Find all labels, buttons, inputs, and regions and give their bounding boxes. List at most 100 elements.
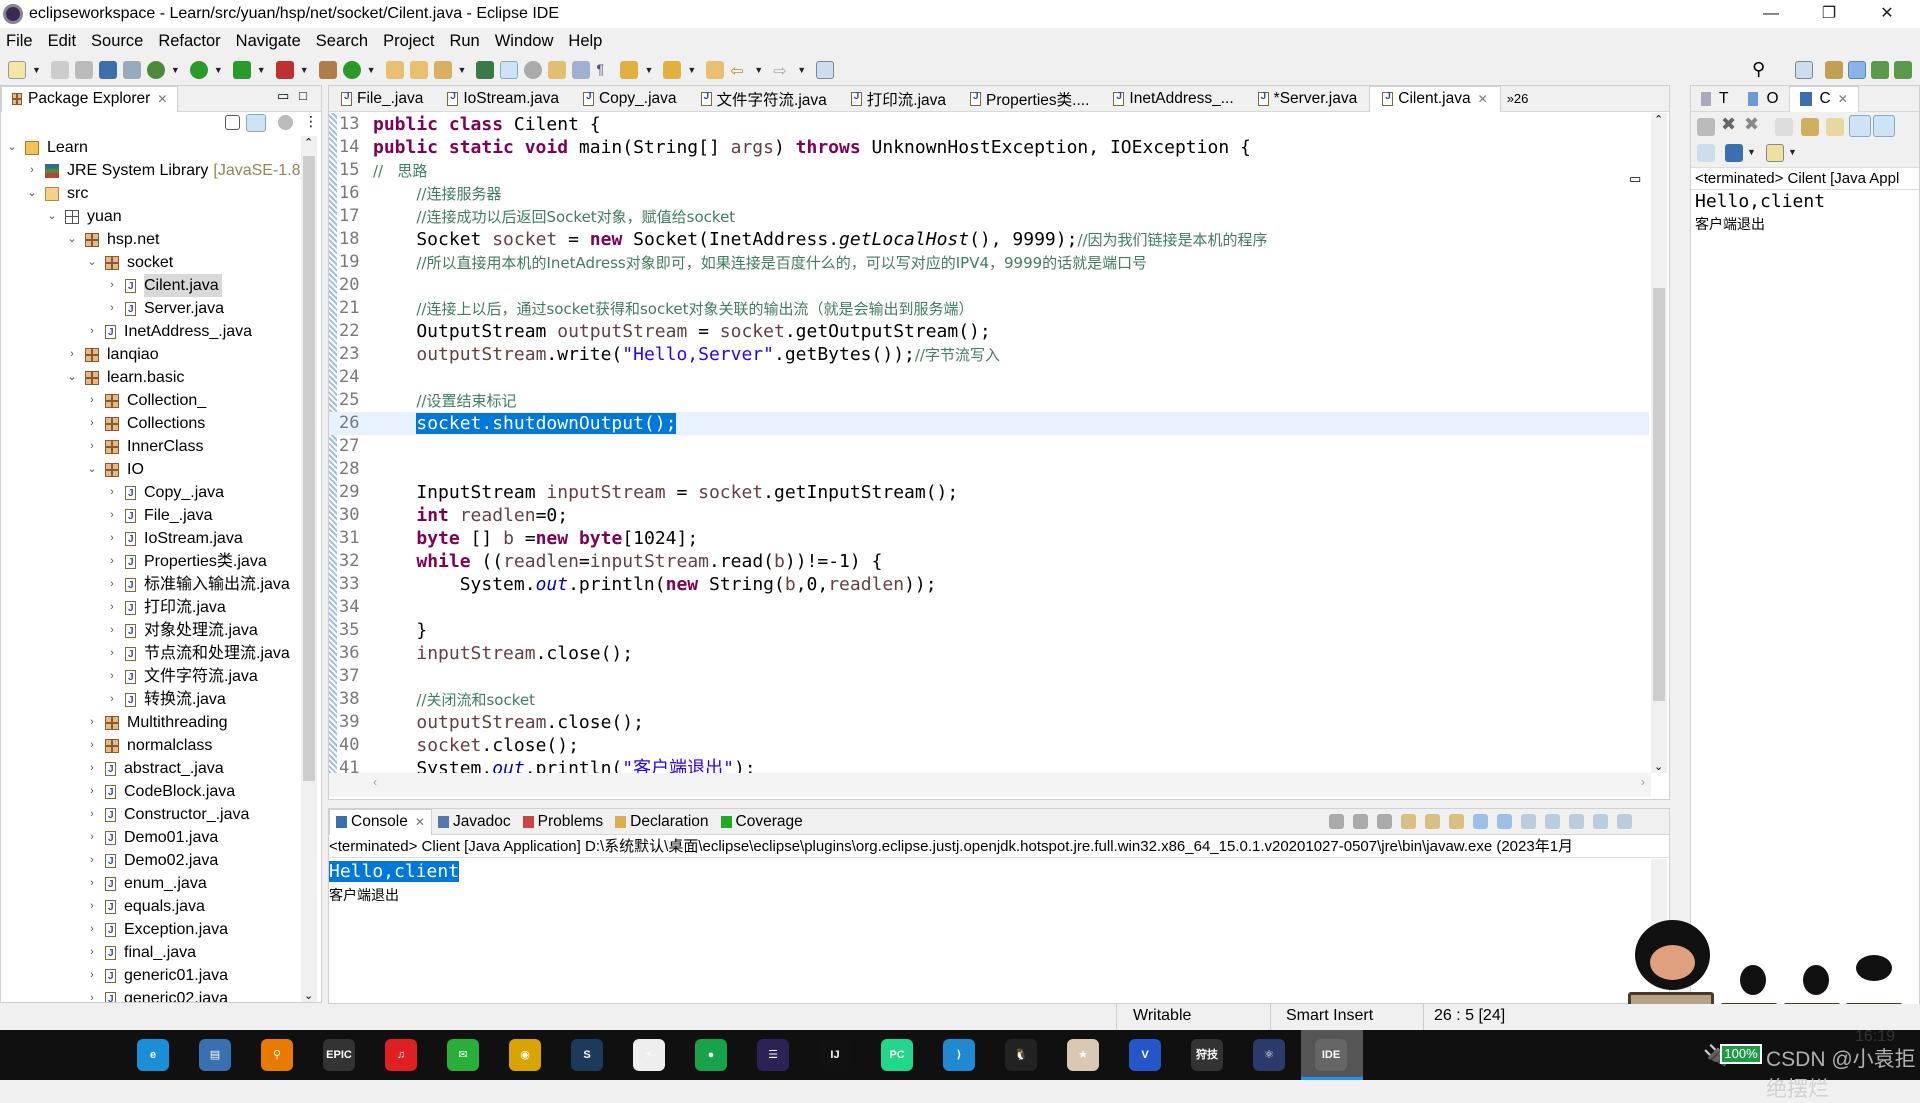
chevron-down-icon[interactable]: ⌄: [45, 205, 59, 228]
chevron-down-icon[interactable]: ⌄: [85, 251, 99, 274]
editor-tab[interactable]: Properties类....: [958, 86, 1101, 112]
taskbar-app-netease-music[interactable]: ♫: [385, 1039, 417, 1071]
battery-indicator[interactable]: 100%: [1720, 1044, 1762, 1064]
code-line[interactable]: 16 //连接服务器: [329, 182, 1649, 205]
show-stderr-icon[interactable]: [1873, 115, 1895, 137]
tab-javadoc[interactable]: Javadoc: [432, 809, 517, 835]
scroll-lock-icon[interactable]: [1425, 814, 1440, 829]
chevron-right-icon[interactable]: ›: [105, 504, 119, 527]
taskbar-app-steam[interactable]: S: [571, 1039, 603, 1071]
tree-item[interactable]: › 打印流.java: [105, 596, 226, 620]
dropdown-arrow-icon[interactable]: ▼: [644, 65, 653, 75]
dropdown-arrow-icon[interactable]: ▼: [257, 65, 266, 75]
word-wrap-icon[interactable]: [1826, 118, 1844, 136]
code-line[interactable]: 32 while ((readlen=inputStream.read(b))!…: [329, 550, 1649, 573]
taskbar-app-atom-app[interactable]: ⚛: [1253, 1039, 1285, 1071]
more-tabs-button[interactable]: »26: [1507, 91, 1529, 106]
menu-help[interactable]: Help: [568, 32, 602, 51]
tree-item[interactable]: › equals.java: [85, 895, 205, 919]
tree-item[interactable]: › normalclass: [85, 734, 212, 757]
tree-item[interactable]: › Constructor_.java: [85, 803, 249, 827]
show-stdout-icon[interactable]: [1473, 814, 1488, 829]
tree-item[interactable]: ⌄ Learn: [5, 136, 88, 159]
debug-perspective-icon[interactable]: [1871, 61, 1889, 79]
close-button[interactable]: ✕: [1858, 0, 1916, 28]
tree-item[interactable]: › Collection_: [85, 389, 206, 412]
code-line[interactable]: 33 System.out.println(new String(b,0,rea…: [329, 573, 1649, 596]
menu-refactor[interactable]: Refactor: [158, 32, 220, 51]
console-output-line[interactable]: Hello,client: [329, 861, 460, 882]
code-line[interactable]: 14 public static void main(String[] args)…: [329, 136, 1649, 159]
forward-icon[interactable]: ⇨: [773, 61, 791, 80]
close-icon[interactable]: ✕: [415, 815, 425, 829]
taskbar-app-edge[interactable]: e: [137, 1039, 169, 1071]
code-line[interactable]: 30 int readlen=0;: [329, 504, 1649, 527]
code-line[interactable]: 39 outputStream.close();: [329, 711, 1649, 734]
code-line[interactable]: 29 InputStream inputStream = socket.getI…: [329, 481, 1649, 504]
chevron-right-icon[interactable]: ›: [65, 343, 79, 366]
show-stderr-icon[interactable]: [1497, 814, 1512, 829]
right-console-output-line[interactable]: Hello,client: [1691, 190, 1919, 214]
scroll-down-icon[interactable]: ⌄: [304, 989, 313, 1002]
tab-problems[interactable]: Problems: [517, 809, 609, 835]
git-perspective-icon[interactable]: [1894, 61, 1912, 79]
menu-file[interactable]: File: [6, 32, 33, 51]
tree-item[interactable]: › Multithreading: [85, 711, 227, 734]
code-line[interactable]: 38 //关闭流和socket: [329, 688, 1649, 711]
search-tool-icon[interactable]: [433, 61, 452, 79]
chevron-right-icon[interactable]: ›: [85, 964, 99, 987]
word-wrap-icon[interactable]: [1449, 814, 1464, 829]
menu-project[interactable]: Project: [383, 32, 434, 51]
taskbar-app-qq[interactable]: 🐧: [1005, 1039, 1037, 1071]
terminal-icon[interactable]: [98, 61, 117, 79]
insert-mode-status[interactable]: Smart Insert: [1286, 1007, 1373, 1025]
taskbar-app-vscode[interactable]: ⟩: [943, 1039, 975, 1071]
chevron-right-icon[interactable]: ›: [85, 320, 99, 343]
menu-search[interactable]: Search: [316, 32, 368, 51]
show-whitespace-icon[interactable]: [572, 61, 591, 79]
tree-item[interactable]: › abstract_.java: [85, 757, 223, 781]
dropdown-arrow-icon[interactable]: ▼: [1747, 147, 1756, 157]
minimize-icon[interactable]: ▭: [1629, 171, 1641, 187]
taskbar-app-app-green[interactable]: ●: [695, 1039, 727, 1071]
new-package-icon[interactable]: [318, 61, 337, 79]
chevron-right-icon[interactable]: ›: [85, 435, 99, 458]
tree-item[interactable]: › Collections: [85, 412, 205, 435]
tree-item[interactable]: › InetAddress_.java: [85, 320, 252, 344]
right-console-output-line[interactable]: 客户端退出: [1691, 214, 1919, 234]
java-ee-perspective-icon[interactable]: [1825, 61, 1843, 79]
code-line[interactable]: 21 //连接上以后，通过socket获得和socket对象关联的输出流（就是会…: [329, 297, 1649, 320]
perspective-icon[interactable]: [1795, 61, 1813, 79]
chevron-right-icon[interactable]: ›: [85, 780, 99, 803]
taskbar-app-pycharm[interactable]: PC: [881, 1039, 913, 1071]
terminate-icon[interactable]: [1697, 118, 1715, 136]
remove-launch-icon[interactable]: [1353, 814, 1368, 829]
chevron-down-icon[interactable]: ⌄: [65, 366, 79, 389]
taskbar-app-game-app[interactable]: ★: [1067, 1039, 1099, 1071]
menu-source[interactable]: Source: [91, 32, 143, 51]
chevron-down-icon[interactable]: ⌄: [65, 228, 79, 251]
chevron-right-icon[interactable]: ›: [105, 274, 119, 297]
taskbar-app-java-ee-ide[interactable]: IDE: [1315, 1039, 1347, 1071]
chevron-right-icon[interactable]: ›: [105, 642, 119, 665]
debug-icon[interactable]: [146, 61, 165, 79]
open-task-icon[interactable]: [409, 61, 428, 79]
taskbar-app-eclipse[interactable]: ☰: [757, 1039, 789, 1071]
dropdown-arrow-icon[interactable]: ▼: [687, 65, 696, 75]
code-line[interactable]: 34: [329, 596, 1649, 619]
dropdown-arrow-icon[interactable]: ▼: [32, 65, 41, 75]
run-icon[interactable]: [189, 61, 208, 79]
search-icon[interactable]: ⚲: [1752, 59, 1765, 80]
taskbar-app-intellij[interactable]: IJ: [819, 1039, 851, 1071]
tab-coverage[interactable]: Coverage: [715, 809, 809, 835]
editor-tab[interactable]: IoStream.java: [435, 86, 571, 112]
link-with-editor-icon[interactable]: [246, 114, 266, 132]
chevron-down-icon[interactable]: ⌄: [85, 458, 99, 481]
code-line[interactable]: 24: [329, 366, 1649, 389]
show-stdout-icon[interactable]: [1849, 115, 1871, 137]
code-line[interactable]: 26 socket.shutdownOutput();: [329, 412, 1649, 435]
editor-tab[interactable]: InetAddress_...: [1101, 86, 1245, 112]
dropdown-arrow-icon[interactable]: ▼: [171, 65, 180, 75]
tab-task-list[interactable]: T: [1691, 86, 1738, 112]
taskbar-app-files[interactable]: ▤: [199, 1039, 231, 1071]
